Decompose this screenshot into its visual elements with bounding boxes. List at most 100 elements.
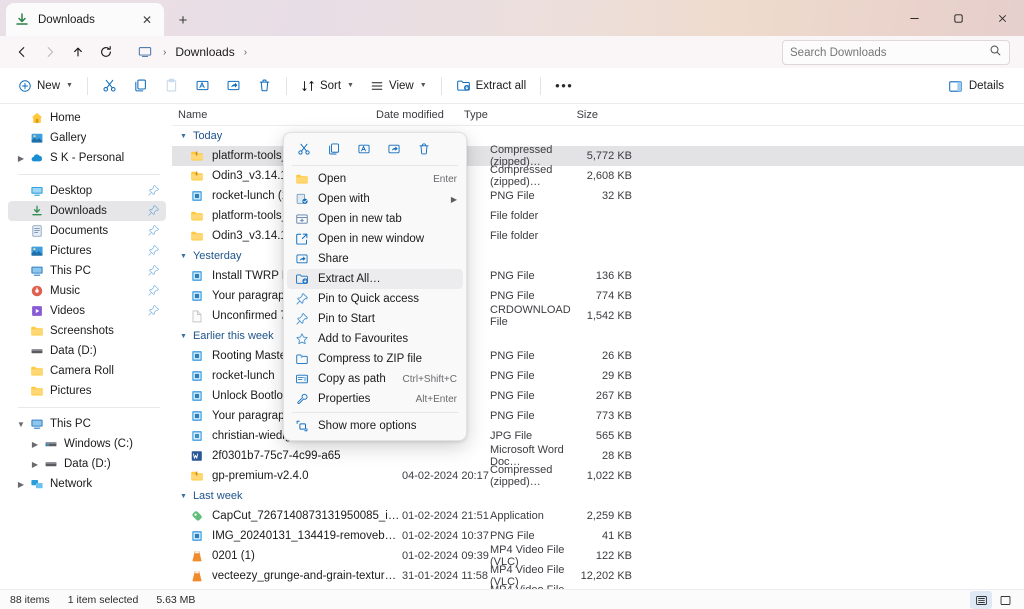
cell-size: 1,542 KB — [586, 310, 632, 322]
sidebar-item-data-d[interactable]: Data (D:) — [8, 341, 166, 361]
rename-button[interactable] — [187, 72, 218, 100]
context-menu[interactable]: Open Enter Open with ▶ Open in new tab Open i… — [283, 132, 467, 441]
close-icon[interactable]: ✕ — [138, 11, 156, 29]
context-menu-item-pin-to-quick-access[interactable]: Pin to Quick access — [287, 289, 463, 309]
details-view-icon[interactable] — [970, 591, 992, 609]
context-menu-item-show-more-options[interactable]: Show more options — [287, 416, 463, 436]
breadcrumb[interactable]: › Downloads › — [128, 39, 458, 65]
pin-icon[interactable] — [147, 244, 160, 257]
details-pane-button[interactable]: Details — [940, 72, 1012, 100]
pin-icon[interactable] — [147, 184, 160, 197]
more-options-button[interactable]: ••• — [547, 72, 581, 100]
new-tab-button[interactable]: + — [172, 9, 194, 31]
sidebar-item-windows-c[interactable]: ▶ Windows (C:) — [8, 434, 166, 454]
navigation-pane[interactable]: Home Gallery ▶ S K - Personal Desktop Downloa… — [0, 104, 172, 589]
paste-button[interactable] — [156, 72, 187, 100]
cut-button[interactable] — [94, 72, 125, 100]
chevron-down-icon[interactable]: ▼ — [14, 420, 28, 429]
chevron-down-icon[interactable]: ▼ — [180, 333, 187, 340]
close-window-button[interactable] — [980, 0, 1024, 36]
sidebar-item-s-k-personal[interactable]: ▶ S K - Personal — [8, 148, 166, 168]
share-icon[interactable] — [380, 137, 407, 161]
delete-icon[interactable] — [410, 137, 437, 161]
new-button[interactable]: New ▼ — [10, 72, 81, 100]
column-header-date[interactable]: Date modified — [370, 109, 458, 121]
share-button[interactable] — [218, 72, 249, 100]
column-header-name[interactable]: Name — [172, 109, 370, 121]
sidebar-item-music[interactable]: Music — [8, 281, 166, 301]
breadcrumb-separator-2[interactable]: › — [239, 47, 252, 58]
table-row[interactable]: 2f0301b7-75c7-4c99-a65 Microsoft Word Doc… — [172, 444, 1024, 468]
sidebar-item-pictures[interactable]: Pictures — [8, 241, 166, 261]
minimize-button[interactable] — [892, 0, 936, 36]
context-menu-item-extract-all[interactable]: Extract All… — [287, 269, 463, 289]
column-header-type[interactable]: Type — [458, 109, 544, 121]
sidebar-item-network[interactable]: ▶ Network — [8, 474, 166, 494]
sort-button[interactable]: Sort ▼ — [293, 72, 362, 100]
sidebar-item-this-pc[interactable]: This PC — [8, 261, 166, 281]
context-menu-item-copy-as-path[interactable]: Copy as path Ctrl+Shift+C — [287, 369, 463, 389]
sidebar-item-this-pc[interactable]: ▼ This PC — [8, 414, 166, 434]
chevron-down-icon[interactable]: ▼ — [180, 493, 187, 500]
table-row[interactable]: IMG_20240131_134419-removebg-preview01-0… — [172, 526, 1024, 546]
breadcrumb-current[interactable]: Downloads — [171, 43, 238, 61]
file-group-header[interactable]: ▼ Last week — [172, 486, 1024, 506]
cell-type: Compressed (zipped)… — [490, 164, 553, 188]
sidebar-item-home[interactable]: Home — [8, 108, 166, 128]
copy-icon[interactable] — [320, 137, 347, 161]
pin-icon[interactable] — [147, 204, 160, 217]
sidebar-item-label: Pictures — [50, 245, 92, 257]
cell-date: 01-02-2024 21:51 — [402, 510, 489, 522]
cell-type: PNG File — [490, 410, 535, 422]
table-row[interactable]: CapCut_7267140873131950085_installer01-0… — [172, 506, 1024, 526]
back-button[interactable] — [8, 39, 36, 65]
context-menu-item-add-to-favourites[interactable]: Add to Favourites — [287, 329, 463, 349]
extract-all-button[interactable]: Extract all — [448, 72, 535, 100]
context-menu-item-open-in-new-tab[interactable]: Open in new tab — [287, 209, 463, 229]
tiles-view-icon[interactable] — [994, 591, 1016, 609]
star-icon — [293, 332, 311, 346]
context-menu-item-properties[interactable]: Properties Alt+Enter — [287, 389, 463, 409]
context-menu-item-open-with[interactable]: Open with ▶ — [287, 189, 463, 209]
sidebar-item-videos[interactable]: Videos — [8, 301, 166, 321]
sidebar-item-documents[interactable]: Documents — [8, 221, 166, 241]
context-menu-item-compress-to-zip-file[interactable]: Compress to ZIP file — [287, 349, 463, 369]
context-menu-item-share[interactable]: Share — [287, 249, 463, 269]
table-row[interactable]: gp-premium-v2.4.0 04-02-2024 20:17 Compres… — [172, 464, 1024, 488]
table-row[interactable]: 0201 (1) 01-02-2024 09:39 MP4 Video File (… — [172, 544, 1024, 568]
chevron-right-icon[interactable]: ▶ — [28, 440, 42, 449]
forward-button[interactable] — [36, 39, 64, 65]
view-button[interactable]: View ▼ — [362, 72, 435, 100]
chevron-right-icon[interactable]: ▶ — [14, 154, 28, 163]
pin-icon[interactable] — [147, 224, 160, 237]
column-header-size[interactable]: Size — [544, 109, 606, 121]
sidebar-item-camera-roll[interactable]: Camera Roll — [8, 361, 166, 381]
pin-icon[interactable] — [147, 304, 160, 317]
up-button[interactable] — [64, 39, 92, 65]
sidebar-item-gallery[interactable]: Gallery — [8, 128, 166, 148]
sidebar-item-data-d[interactable]: ▶ Data (D:) — [8, 454, 166, 474]
sidebar-item-desktop[interactable]: Desktop — [8, 181, 166, 201]
refresh-button[interactable] — [92, 39, 120, 65]
delete-button[interactable] — [249, 72, 280, 100]
chevron-down-icon[interactable]: ▼ — [180, 133, 187, 140]
search-box[interactable] — [782, 40, 1010, 65]
sidebar-item-pictures[interactable]: Pictures — [8, 381, 166, 401]
maximize-button[interactable] — [936, 0, 980, 36]
tab-downloads[interactable]: Downloads ✕ — [6, 3, 164, 36]
chevron-right-icon[interactable]: ▶ — [14, 480, 28, 489]
pin-icon[interactable] — [147, 284, 160, 297]
copy-button[interactable] — [125, 72, 156, 100]
context-menu-item-pin-to-start[interactable]: Pin to Start — [287, 309, 463, 329]
rename-icon[interactable] — [350, 137, 377, 161]
chevron-down-icon[interactable]: ▼ — [180, 253, 187, 260]
search-input[interactable] — [790, 46, 989, 59]
chevron-right-icon[interactable]: ▶ — [28, 460, 42, 469]
cut-icon[interactable] — [290, 137, 317, 161]
table-row[interactable]: vecteezy_grunge-and-grain-texture-stop-m… — [172, 564, 1024, 588]
pin-icon[interactable] — [147, 264, 160, 277]
context-menu-item-open-in-new-window[interactable]: Open in new window — [287, 229, 463, 249]
sidebar-item-screenshots[interactable]: Screenshots — [8, 321, 166, 341]
context-menu-item-open[interactable]: Open Enter — [287, 169, 463, 189]
sidebar-item-downloads[interactable]: Downloads — [8, 201, 166, 221]
